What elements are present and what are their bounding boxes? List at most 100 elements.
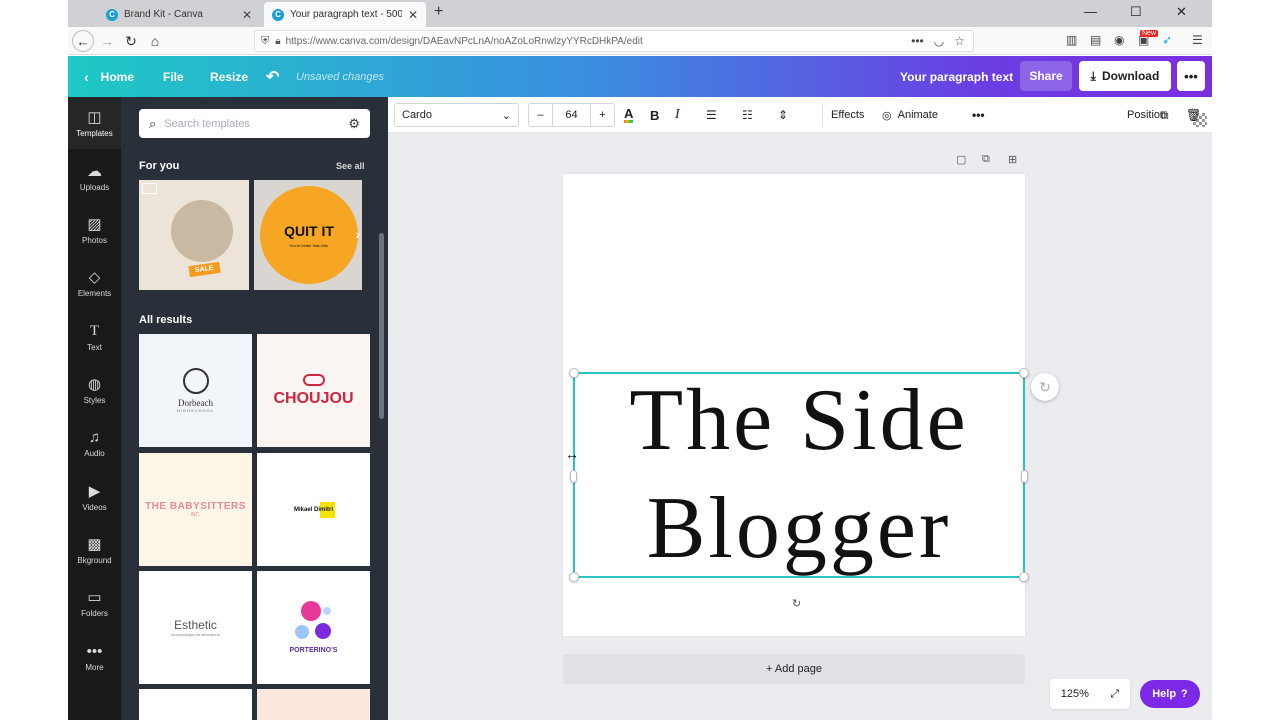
italic-button[interactable]: I [675, 103, 680, 127]
resize-button[interactable]: Resize [210, 56, 248, 97]
search-input[interactable] [164, 117, 349, 130]
font-family-select[interactable]: Cardo ⌄ [394, 103, 519, 127]
shield-icon[interactable]: ⛨ [261, 35, 269, 48]
canvas-workspace: ▢ ⧉ ⊞ The Side Blogger ↻ ↻ ↔ + Add page … [388, 133, 1212, 720]
minimize-icon[interactable]: — [1084, 4, 1097, 19]
template-mikael-dimitri[interactable]: Mikael Dimitri [257, 453, 370, 566]
rail-item-background[interactable]: ▩ Bkground [68, 524, 121, 576]
template-esthetic[interactable]: Esthetic dermatologia da laboratorio [139, 571, 252, 684]
rail-item-folders[interactable]: ▭ Folders [68, 577, 121, 629]
rail-label: Text [87, 342, 102, 352]
navigation-bar: ← → ↻ ⌂ ⛨ 🔒︎ https://www.canva.com/desig… [68, 27, 1212, 55]
delete-icon[interactable]: 🗑︎ [1186, 103, 1201, 127]
page-actions-icon[interactable]: ••• [911, 34, 924, 48]
filter-icon[interactable]: ⚙ [348, 116, 360, 132]
tab-brand-kit[interactable]: C Brand Kit - Canva ✕ [98, 2, 260, 27]
tab-paragraph-text[interactable]: C Your paragraph text - 500 × 500 ✕ [264, 2, 426, 27]
close-window-icon[interactable]: ✕ [1176, 4, 1187, 20]
desktop-right-margin [1212, 0, 1280, 720]
canvas-text[interactable]: The Side Blogger [575, 372, 1023, 577]
template-partial-1[interactable] [139, 689, 252, 720]
forward-icon[interactable]: → [96, 31, 118, 51]
font-size-value[interactable]: 64 [553, 104, 590, 126]
rail-item-elements[interactable]: ◇ Elements [68, 257, 121, 309]
template-dorbeach[interactable]: Dorbeach HIGHSCHOOL [139, 334, 252, 447]
home-icon[interactable]: ⌂ [144, 31, 166, 51]
template-babysitters[interactable]: THE BABYSITTERS INC. [139, 453, 252, 566]
file-menu-button[interactable]: File [163, 56, 184, 97]
decrease-size-button[interactable]: – [529, 104, 553, 126]
back-icon[interactable]: ← [72, 30, 94, 52]
reload-icon[interactable]: ↻ [120, 31, 142, 51]
share-button[interactable]: Share [1020, 61, 1072, 91]
resize-handle-tl[interactable] [569, 368, 579, 378]
add-page-icon[interactable]: ⊞ [1008, 153, 1017, 166]
effects-button[interactable]: Effects [822, 103, 864, 127]
undo-icon[interactable]: ↶ [266, 56, 279, 97]
rail-item-videos[interactable]: ▶ Videos [68, 471, 121, 523]
more-toolbar-icon[interactable]: ••• [972, 103, 985, 127]
align-center-icon[interactable]: ☰ [706, 103, 717, 127]
template-choujou[interactable]: CHOUJOU [257, 334, 370, 447]
bold-button[interactable]: B [650, 103, 659, 127]
download-icon: ⤓ [1090, 68, 1096, 83]
rail-item-audio[interactable]: ♫ Audio [68, 417, 121, 469]
featured-template-sale[interactable]: SALE [139, 180, 249, 290]
add-page-button[interactable]: + Add page [563, 654, 1025, 684]
rail-item-templates[interactable]: ◫ Templates [68, 97, 121, 149]
rail-item-styles[interactable]: ◍ Styles [68, 364, 121, 416]
resize-handle-right[interactable] [1021, 470, 1028, 483]
menu-hamburger-icon[interactable]: ☰ [1192, 33, 1203, 47]
url-bar[interactable]: ⛨ 🔒︎ https://www.canva.com/design/DAEavN… [254, 30, 974, 52]
spacing-icon[interactable]: ⇕ [778, 103, 788, 127]
resize-handle-left[interactable] [570, 470, 577, 483]
rail-item-uploads[interactable]: ☁ Uploads [68, 151, 121, 203]
featured-template-quit-it[interactable]: QUIT IT You're better than this. › [254, 180, 362, 290]
library-icon[interactable]: ▥ [1066, 33, 1077, 47]
maximize-icon[interactable]: ☐ [1130, 4, 1142, 20]
bookmark-star-icon[interactable]: ☆ [954, 34, 965, 48]
account-icon[interactable]: ◉ [1114, 33, 1124, 47]
more-icon: ••• [86, 642, 103, 660]
rail-item-text[interactable]: T Text [68, 311, 121, 363]
duplicate-icon[interactable]: ⧉ [1160, 103, 1169, 127]
pocket-icon[interactable]: ◡ [934, 34, 944, 48]
extension-bird-icon[interactable]: ➶ [1162, 33, 1172, 47]
font-name: Cardo [402, 109, 432, 121]
note-icon[interactable]: ▢ [956, 153, 966, 166]
selected-text-box[interactable]: The Side Blogger [569, 368, 1029, 582]
download-button[interactable]: ⤓ Download [1079, 61, 1171, 91]
template-partial-2[interactable] [257, 689, 370, 720]
more-options-button[interactable]: ••• [1177, 61, 1205, 91]
search-box[interactable]: ⌕ ⚙ [139, 109, 370, 138]
zoom-level[interactable]: 125% [1061, 688, 1089, 700]
resize-handle-bl[interactable] [569, 572, 579, 582]
design-page[interactable]: The Side Blogger ↻ [563, 174, 1029, 636]
refresh-icon[interactable]: ↻ [1031, 373, 1059, 401]
home-button[interactable]: ‹ Home [84, 56, 134, 97]
document-title[interactable]: Your paragraph text [900, 56, 1013, 97]
list-icon[interactable]: ☷ [742, 103, 753, 127]
close-tab-icon[interactable]: ✕ [242, 8, 252, 22]
choujou-logo-icon [302, 373, 325, 386]
rail-item-more[interactable]: ••• More [68, 631, 121, 683]
see-all-link[interactable]: See all [336, 161, 365, 171]
panel-scrollbar[interactable] [379, 233, 384, 419]
increase-size-button[interactable]: + [590, 104, 614, 126]
animate-button[interactable]: ◎ Animate [882, 103, 938, 127]
new-tab-icon[interactable]: + [434, 3, 443, 21]
template-name: PORTERINO'S [289, 647, 338, 654]
zoom-control[interactable]: 125% ⤢ [1050, 679, 1130, 709]
sidebar-icon[interactable]: ▤ [1090, 33, 1101, 47]
rail-item-photos[interactable]: ▨ Photos [68, 204, 121, 256]
duplicate-page-icon[interactable]: ⧉ [982, 153, 990, 166]
fullscreen-icon[interactable]: ⤢ [1110, 688, 1119, 701]
help-button[interactable]: Help ? [1140, 680, 1200, 708]
chevron-right-icon[interactable]: › [355, 226, 360, 242]
rotate-icon[interactable]: ↻ [792, 597, 801, 610]
resize-handle-br[interactable] [1019, 572, 1029, 582]
resize-handle-tr[interactable] [1019, 368, 1029, 378]
template-porterinos[interactable]: PORTERINO'S [257, 571, 370, 684]
text-color-button[interactable]: A [624, 103, 634, 127]
close-tab-icon[interactable]: ✕ [408, 8, 418, 22]
